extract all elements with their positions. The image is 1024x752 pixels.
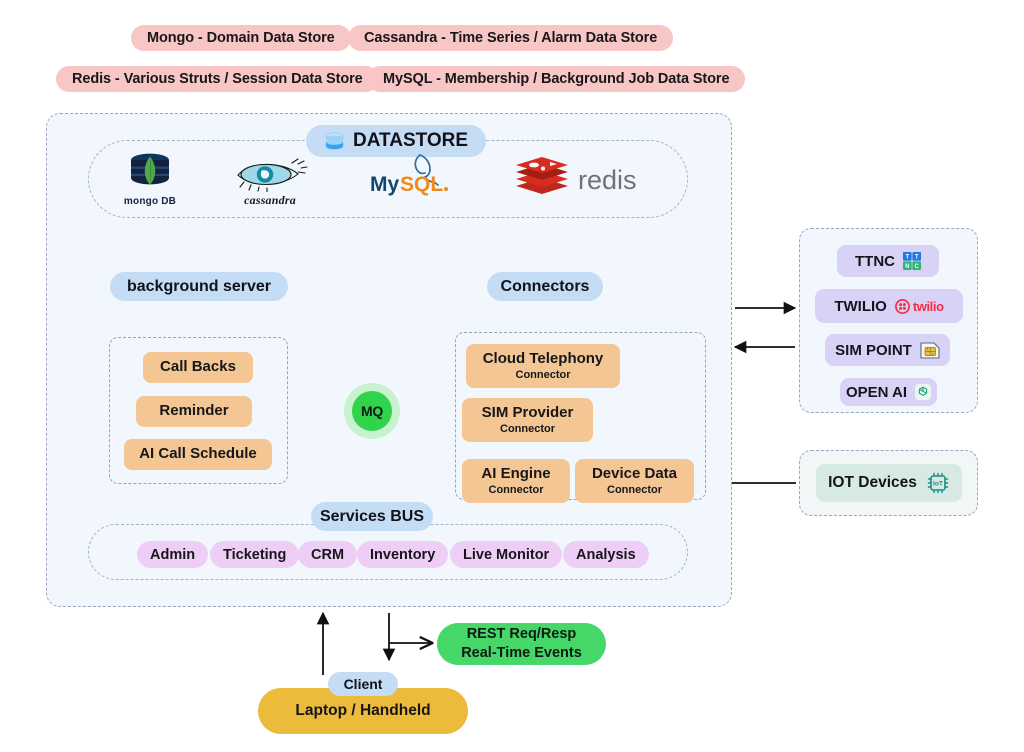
svg-text:T: T xyxy=(915,255,919,261)
connectors-badge: Connectors xyxy=(487,272,603,301)
rest-events-node: REST Req/Resp Real-Time Events xyxy=(437,623,606,665)
services-bus-label: Services BUS xyxy=(319,507,425,525)
mongodb-caption: mongo DB xyxy=(123,196,177,207)
card-ai-call-schedule-title: AI Call Schedule xyxy=(139,445,257,463)
provider-twilio-label: TWILIO xyxy=(834,297,887,315)
mq-label: MQ xyxy=(361,403,383,419)
datastore-title: DATASTORE xyxy=(353,130,469,151)
card-ai-engine-title: AI Engine xyxy=(481,464,551,482)
service-pill-ticketing[interactable]: Ticketing xyxy=(210,541,300,568)
rest-line-2: Real-Time Events xyxy=(461,645,582,661)
svg-text:C: C xyxy=(915,264,920,270)
iot-chip-icon: IoT xyxy=(926,471,950,495)
iot-devices-card[interactable]: IOT Devices IoT xyxy=(816,464,962,502)
service-pill-inventory[interactable]: Inventory xyxy=(357,541,449,568)
provider-sim-point-label: SIM POINT xyxy=(835,341,912,359)
card-ai-engine-subtitle: Connector xyxy=(488,483,544,496)
background-server-badge: background server xyxy=(110,272,288,301)
cassandra-logo: cassandra xyxy=(232,158,308,208)
service-pill-live-monitor[interactable]: Live Monitor xyxy=(450,541,563,568)
card-sim-provider-subtitle: Connector xyxy=(500,422,555,435)
services-bus-badge: Services BUS xyxy=(311,502,433,531)
iot-devices-label: IOT Devices xyxy=(828,474,917,491)
card-call-backs-title: Call Backs xyxy=(160,358,236,376)
card-sim-provider[interactable]: SIM Provider Connector xyxy=(462,398,593,442)
cassandra-caption: cassandra xyxy=(244,193,296,207)
card-reminder-title: Reminder xyxy=(159,402,229,420)
legend-pill-cassandra: Cassandra - Time Series / Alarm Data Sto… xyxy=(348,25,674,51)
card-reminder[interactable]: Reminder xyxy=(136,396,252,427)
svg-text:T: T xyxy=(905,255,909,261)
sim-card-icon xyxy=(920,341,940,359)
client-badge: Client xyxy=(328,672,398,696)
card-sim-provider-title: SIM Provider xyxy=(481,403,574,421)
provider-sim-point[interactable]: SIM POINT xyxy=(825,334,950,366)
service-pill-admin[interactable]: Admin xyxy=(137,541,209,568)
svg-text:SQL: SQL xyxy=(400,173,443,196)
card-device-data-title: Device Data xyxy=(591,464,678,482)
card-ai-engine[interactable]: AI Engine Connector xyxy=(462,459,570,503)
svg-text:N: N xyxy=(905,264,909,270)
card-device-data[interactable]: Device Data Connector xyxy=(575,459,694,503)
svg-text:redis: redis xyxy=(578,165,637,195)
ttnc-logo: T T N C xyxy=(903,252,921,270)
database-cylinder-icon xyxy=(324,131,345,151)
card-cloud-telephony-title: Cloud Telephony xyxy=(482,349,604,367)
background-server-label: background server xyxy=(126,277,272,295)
service-pill-crm[interactable]: CRM xyxy=(298,541,358,568)
connectors-label: Connectors xyxy=(500,277,590,295)
provider-open-ai-label: OPEN AI xyxy=(845,383,908,401)
redis-logo: redis xyxy=(512,156,657,200)
service-pill-analysis[interactable]: Analysis xyxy=(563,541,649,568)
client-device-label: Laptop / Handheld xyxy=(295,702,431,719)
openai-logo xyxy=(915,384,932,400)
card-ai-call-schedule[interactable]: AI Call Schedule xyxy=(124,439,272,470)
legend-pill-redis: Redis - Various Struts / Session Data St… xyxy=(56,66,379,92)
provider-twilio[interactable]: TWILIO twilio xyxy=(815,289,963,323)
client-badge-label: Client xyxy=(343,676,383,692)
mq-node[interactable]: MQ xyxy=(352,391,392,431)
svg-text:My: My xyxy=(370,173,399,196)
mongodb-logo: mongo DB xyxy=(120,152,180,207)
card-cloud-telephony-subtitle: Connector xyxy=(515,368,571,381)
mysql-logo: My SQL xyxy=(368,152,458,196)
card-cloud-telephony[interactable]: Cloud Telephony Connector xyxy=(466,344,620,388)
provider-open-ai[interactable]: OPEN AI xyxy=(840,378,937,406)
rest-line-1: REST Req/Resp xyxy=(466,626,577,643)
legend-pill-mongo: Mongo - Domain Data Store xyxy=(131,25,351,51)
svg-text:IoT: IoT xyxy=(933,481,943,488)
provider-ttnc[interactable]: TTNC T T N C xyxy=(837,245,939,277)
card-call-backs[interactable]: Call Backs xyxy=(143,352,253,383)
legend-pill-mysql: MySQL - Membership / Background Job Data… xyxy=(367,66,746,92)
provider-ttnc-label: TTNC xyxy=(855,252,895,270)
card-device-data-subtitle: Connector xyxy=(607,483,662,496)
twilio-logo: twilio xyxy=(894,299,944,314)
diagram-canvas: Mongo - Domain Data Store Cassandra - Ti… xyxy=(0,0,1024,752)
